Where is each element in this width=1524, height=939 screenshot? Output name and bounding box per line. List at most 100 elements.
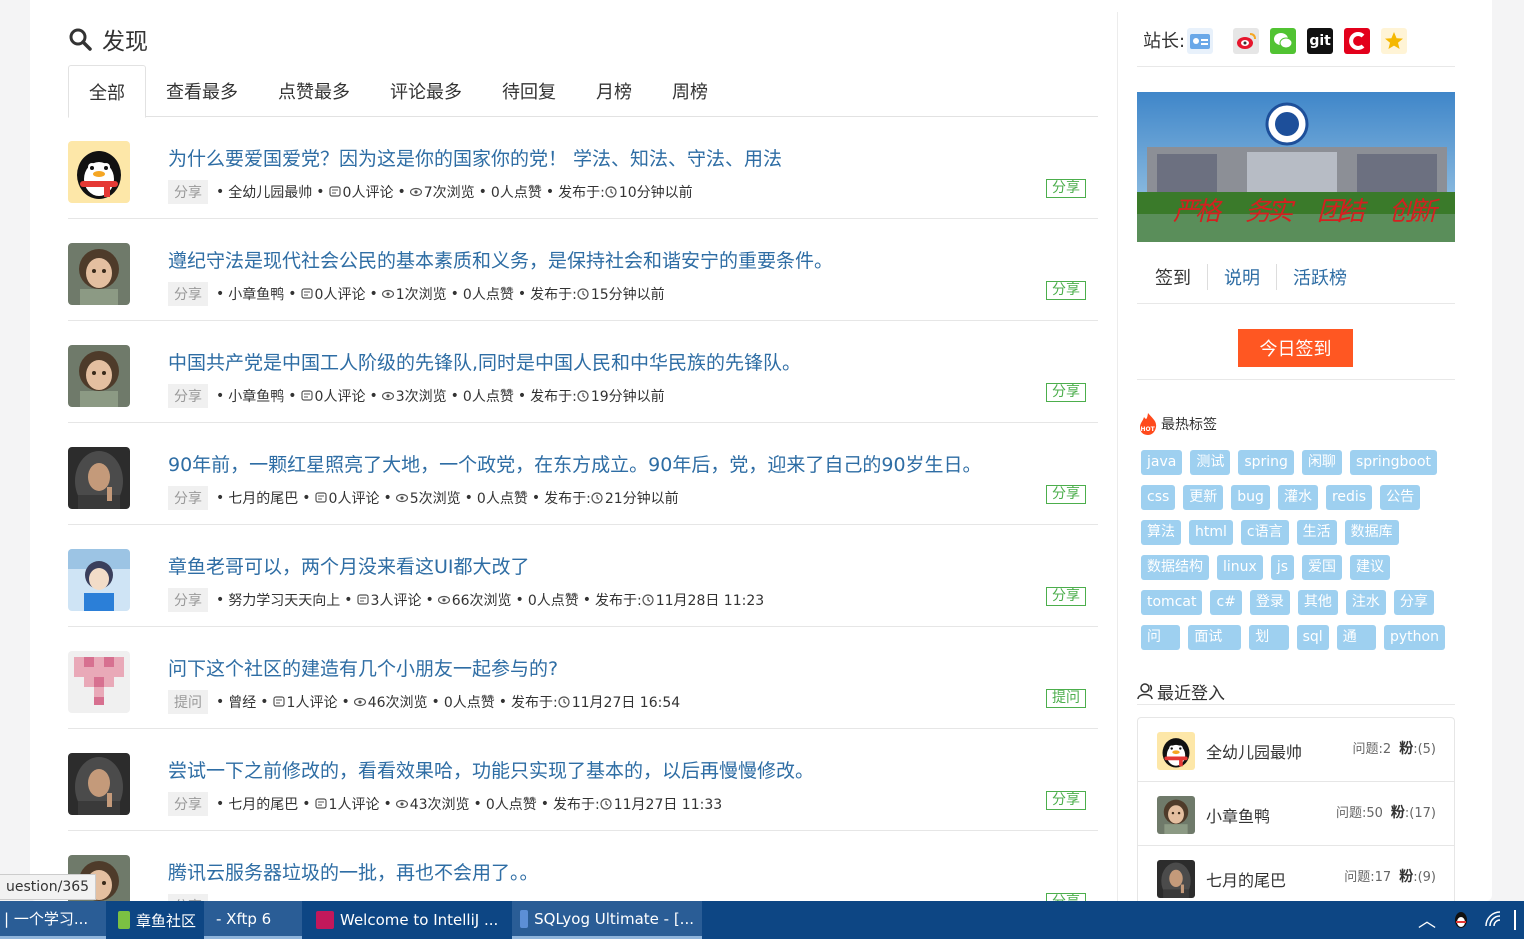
instructions-link[interactable]: 说明 — [1208, 263, 1277, 290]
star-icon[interactable] — [1381, 28, 1408, 54]
hot-tag[interactable]: tomcat — [1141, 590, 1203, 615]
user-name[interactable]: 全幼儿园最帅 — [1206, 739, 1302, 763]
tab-most-viewed[interactable]: 查看最多 — [146, 65, 258, 117]
hot-tag[interactable]: redis — [1325, 485, 1373, 510]
post-category[interactable]: 分享 — [168, 282, 208, 306]
hot-tag[interactable]: 分享 — [1393, 590, 1434, 615]
post-category[interactable]: 提问 — [168, 690, 208, 714]
hot-tag[interactable]: 公告 — [1380, 485, 1421, 510]
hot-tag[interactable]: c# — [1210, 590, 1242, 615]
hot-tag[interactable]: linux — [1217, 555, 1263, 580]
taskbar-item-intellij[interactable]: Welcome to IntelliJ ... — [302, 901, 512, 939]
user-name[interactable]: 小章鱼鸭 — [1206, 803, 1270, 827]
taskbar-item-browser[interactable]: | 一个学习... — [0, 901, 106, 939]
user-avatar[interactable] — [1157, 860, 1195, 898]
comment-icon — [300, 390, 313, 401]
hot-tag[interactable]: 闲聊 — [1301, 450, 1342, 475]
post-author[interactable]: 七月的尾巴 — [228, 488, 298, 508]
active-ranking-link[interactable]: 活跃榜 — [1277, 264, 1363, 290]
tab-most-commented[interactable]: 评论最多 — [370, 65, 482, 117]
hot-tag[interactable]: css — [1141, 485, 1176, 510]
user-avatar[interactable] — [1157, 732, 1195, 770]
hot-tag[interactable]: c语言 — [1240, 520, 1289, 545]
hot-tag[interactable]: 灌水 — [1277, 485, 1318, 510]
daily-sign-in-button[interactable]: 今日签到 — [1238, 329, 1353, 367]
csdn-icon[interactable] — [1344, 28, 1371, 54]
post-title-link[interactable]: 为什么要爱国爱党？因为这是你的国家你的党！ 学法、知法、守法、用法 — [168, 144, 782, 171]
wifi-icon[interactable] — [1484, 910, 1504, 930]
hot-tag[interactable]: 算法 — [1141, 520, 1181, 545]
post-title-link[interactable]: 问下这个社区的建造有几个小朋友一起参与的? — [168, 654, 558, 681]
post-title-link[interactable]: 章鱼老哥可以，两个月没来看这UI都大改了 — [168, 552, 530, 579]
author-avatar[interactable] — [68, 141, 130, 203]
post-author[interactable]: 曾经 — [228, 692, 256, 712]
post-title-link[interactable]: 尝试一下之前修改的，看看效果哈，功能只实现了基本的，以后再慢慢修改。 — [168, 756, 814, 783]
taskbar-item-zhangyu[interactable]: 章鱼社区 — [106, 901, 204, 939]
user-avatar[interactable] — [1157, 796, 1195, 834]
author-avatar[interactable] — [68, 549, 130, 611]
taskbar-item-sqlyog[interactable]: SQLyog Ultimate - [... — [512, 901, 702, 939]
weibo-icon[interactable] — [1233, 28, 1260, 54]
post-category[interactable]: 分享 — [168, 486, 208, 510]
author-avatar[interactable] — [68, 243, 130, 305]
author-avatar[interactable] — [68, 447, 130, 509]
recent-user-row[interactable]: 七月的尾巴 问题:17 粉:(9) — [1138, 846, 1454, 901]
post-author[interactable]: 小章鱼鸭 — [228, 386, 284, 406]
checkin-link[interactable]: 签到 — [1137, 263, 1208, 290]
post-title-link[interactable]: 腾讯云服务器垃圾的一批，再也不会用了。。 — [168, 858, 539, 885]
hot-tag[interactable]: js — [1270, 555, 1294, 580]
post-author[interactable]: 小章鱼鸭 — [228, 284, 284, 304]
post-title-link[interactable]: 遵纪守法是现代社会公民的基本素质和义务，是保持社会和谐安宁的重要条件。 — [168, 246, 833, 273]
author-avatar[interactable] — [68, 345, 130, 407]
hot-tag[interactable]: 面试题 — [1188, 625, 1242, 670]
post-title-link[interactable]: 中国共产党是中国工人阶级的先锋队,同时是中国人民和中华民族的先锋队。 — [168, 348, 801, 375]
user-name[interactable]: 七月的尾巴 — [1206, 867, 1286, 891]
hot-tag[interactable]: java — [1141, 450, 1183, 475]
post-author[interactable]: 全幼儿园最帅 — [228, 182, 312, 202]
tab-monthly[interactable]: 月榜 — [576, 65, 652, 117]
post-category[interactable]: 分享 — [168, 894, 208, 901]
post-author[interactable]: 七月的尾巴 — [228, 794, 298, 814]
wechat-icon[interactable] — [1270, 28, 1297, 54]
author-avatar[interactable] — [68, 753, 130, 815]
hot-tag[interactable]: html — [1189, 520, 1233, 545]
hot-tag[interactable]: 注水 — [1345, 590, 1386, 615]
recent-user-row[interactable]: 全幼儿园最帅 问题:2 粉:(5) — [1138, 718, 1454, 782]
post-title-link[interactable]: 90年前，一颗红星照亮了大地，一个政党，在东方成立。90年后，党，迎来了自己的9… — [168, 450, 982, 477]
hot-tag[interactable]: 其他 — [1297, 590, 1338, 615]
id-card-icon[interactable] — [1187, 28, 1214, 54]
hot-tag[interactable]: 通知 — [1336, 625, 1376, 670]
network-icon[interactable] — [1514, 910, 1524, 930]
post-category[interactable]: 分享 — [168, 180, 208, 204]
hot-tag[interactable]: sql — [1296, 625, 1329, 650]
hot-tag[interactable]: spring — [1238, 450, 1294, 475]
tab-pending-reply[interactable]: 待回复 — [482, 65, 576, 117]
chevron-up-icon[interactable]: ︿ — [1418, 907, 1436, 933]
author-avatar[interactable] — [68, 651, 130, 713]
hot-tag[interactable]: bug — [1231, 485, 1270, 510]
post-author[interactable]: 努力学习天天向上 — [228, 590, 340, 610]
qq-penguin-icon[interactable] — [1452, 910, 1470, 930]
post-category[interactable]: 分享 — [168, 792, 208, 816]
hot-tag[interactable]: 建议 — [1350, 555, 1390, 580]
hot-tag[interactable]: python — [1384, 625, 1445, 650]
hot-tag[interactable]: 登录 — [1249, 590, 1290, 615]
taskbar-item-xftp[interactable]: - Xftp 6 — [204, 901, 302, 939]
hot-tag[interactable]: 更新 — [1183, 485, 1224, 510]
tab-weekly[interactable]: 周榜 — [652, 65, 728, 117]
post-category[interactable]: 分享 — [168, 384, 208, 408]
tab-all[interactable]: 全部 — [68, 65, 146, 118]
hot-tag[interactable]: 测试 — [1190, 450, 1231, 475]
git-icon[interactable]: git — [1307, 28, 1334, 54]
hot-tag[interactable]: 问题 — [1141, 625, 1181, 670]
meta-dot: • — [515, 592, 524, 608]
hot-tag[interactable]: 划水 — [1249, 625, 1289, 670]
hot-tag[interactable]: springboot — [1349, 450, 1438, 475]
post-category[interactable]: 分享 — [168, 588, 208, 612]
tab-most-liked[interactable]: 点赞最多 — [258, 65, 370, 117]
hot-tag[interactable]: 生活 — [1296, 520, 1337, 545]
hot-tag[interactable]: 爱国 — [1302, 555, 1342, 580]
recent-user-row[interactable]: 小章鱼鸭 问题:50 粉:(17) — [1138, 782, 1454, 846]
hot-tag[interactable]: 数据库 — [1344, 520, 1399, 545]
hot-tag[interactable]: 数据结构 — [1141, 555, 1209, 580]
